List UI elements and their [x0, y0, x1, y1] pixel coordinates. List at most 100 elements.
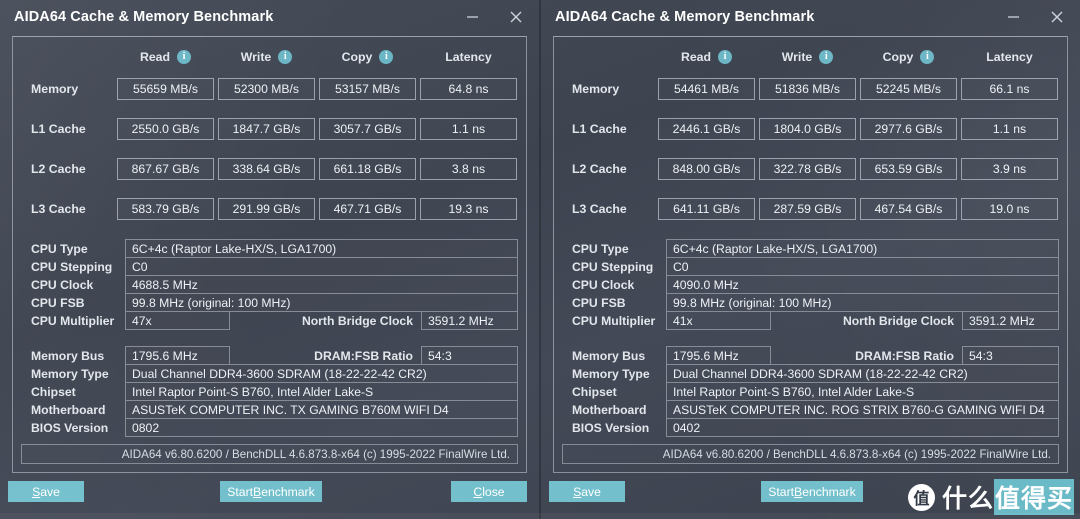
close-label-rest: lose — [482, 485, 504, 499]
save-label-rest: ave — [40, 485, 60, 499]
info-icon-read[interactable]: i — [718, 50, 732, 64]
close-icon[interactable] — [1042, 5, 1072, 29]
table-row: L1 Cache 2446.1 GB/s 1804.0 GB/s 2977.6 … — [562, 109, 1059, 149]
column-header-read: Read i — [115, 50, 216, 64]
close-icon[interactable] — [501, 5, 531, 29]
minimize-icon[interactable] — [998, 5, 1028, 29]
cell-write: 291.99 GB/s — [218, 198, 315, 220]
memory-type-row: Memory Type Dual Channel DDR4-3600 SDRAM… — [21, 364, 518, 383]
cell-write: 52300 MB/s — [218, 78, 315, 100]
cpu-clock-row: CPU Clock 4090.0 MHz — [562, 275, 1059, 294]
cpu-stepping-label: CPU Stepping — [21, 257, 125, 276]
cpu-type-row: CPU Type 6C+4c (Raptor Lake-HX/S, LGA170… — [21, 239, 518, 258]
save-label-rest: ave — [581, 485, 601, 499]
benchmark-results: Memory 55659 MB/s 52300 MB/s 53157 MB/s … — [13, 69, 526, 229]
cpu-clock-label: CPU Clock — [21, 275, 125, 294]
save-button[interactable]: Save — [549, 481, 625, 502]
memory-type-value: Dual Channel DDR4-3600 SDRAM (18-22-22-4… — [666, 364, 1059, 383]
start-benchmark-button[interactable]: Start Benchmark — [220, 481, 322, 502]
cell-read: 55659 MB/s — [117, 78, 214, 100]
title-bar: AIDA64 Cache & Memory Benchmark — [541, 0, 1080, 33]
cpu-fsb-value: 99.8 MHz (original: 100 MHz) — [125, 293, 518, 312]
benchmark-panel: Read i Write i Copy i Latency Memory — [553, 36, 1068, 473]
info-icon-read[interactable]: i — [177, 50, 191, 64]
cpu-stepping-row: CPU Stepping C0 — [562, 257, 1059, 276]
memory-type-label: Memory Type — [21, 364, 125, 383]
window-title: AIDA64 Cache & Memory Benchmark — [14, 9, 273, 25]
window-title: AIDA64 Cache & Memory Benchmark — [555, 9, 814, 25]
column-headers: Read i Write i Copy i Latency — [13, 37, 526, 64]
cell-latency: 3.8 ns — [420, 158, 517, 180]
minimize-icon[interactable] — [457, 5, 487, 29]
bios-version-label: BIOS Version — [562, 418, 666, 437]
cell-write: 51836 MB/s — [759, 78, 856, 100]
cell-copy: 53157 MB/s — [319, 78, 416, 100]
column-header-read-label: Read — [681, 50, 711, 64]
cpu-fsb-label: CPU FSB — [21, 293, 125, 312]
chipset-value: Intel Raptor Point-S B760, Intel Alder L… — [666, 382, 1059, 401]
info-icon-copy[interactable]: i — [379, 50, 393, 64]
cell-latency: 1.1 ns — [961, 118, 1058, 140]
table-row: L3 Cache 641.11 GB/s 287.59 GB/s 467.54 … — [562, 189, 1059, 229]
motherboard-row: Motherboard ASUSTeK COMPUTER INC. TX GAM… — [21, 400, 518, 419]
row-label: L1 Cache — [21, 122, 115, 136]
column-header-read: Read i — [656, 50, 757, 64]
button-bar: Save Start Benchmark — [541, 477, 1080, 517]
memory-type-label: Memory Type — [562, 364, 666, 383]
cell-write: 322.78 GB/s — [759, 158, 856, 180]
cpu-stepping-label: CPU Stepping — [562, 257, 666, 276]
cpu-clock-value: 4090.0 MHz — [666, 275, 1059, 294]
cell-latency: 64.8 ns — [420, 78, 517, 100]
column-header-write-label: Write — [782, 50, 813, 64]
chipset-value: Intel Raptor Point-S B760, Intel Alder L… — [125, 382, 518, 401]
motherboard-value: ASUSTeK COMPUTER INC. ROG STRIX B760-G G… — [666, 400, 1059, 419]
memory-bus-row: Memory Bus 1795.6 MHz DRAM:FSB Ratio 54:… — [562, 346, 1059, 365]
version-info: AIDA64 v6.80.6200 / BenchDLL 4.6.873.8-x… — [562, 444, 1059, 464]
table-row: L3 Cache 583.79 GB/s 291.99 GB/s 467.71 … — [21, 189, 518, 229]
cpu-multiplier-label: CPU Multiplier — [21, 311, 125, 330]
cpu-type-row: CPU Type 6C+4c (Raptor Lake-HX/S, LGA170… — [562, 239, 1059, 258]
column-header-copy: Copy i — [317, 50, 418, 64]
memory-type-row: Memory Type Dual Channel DDR4-3600 SDRAM… — [562, 364, 1059, 383]
save-accel: S — [573, 485, 581, 499]
save-button[interactable]: Save — [8, 481, 84, 502]
cpu-stepping-value: C0 — [666, 257, 1059, 276]
version-info: AIDA64 v6.80.6200 / BenchDLL 4.6.873.8-x… — [21, 444, 518, 464]
motherboard-value: ASUSTeK COMPUTER INC. TX GAMING B760M WI… — [125, 400, 518, 419]
cpu-fsb-row: CPU FSB 99.8 MHz (original: 100 MHz) — [562, 293, 1059, 312]
memory-bus-label: Memory Bus — [562, 346, 666, 365]
info-icon-write[interactable]: i — [278, 50, 292, 64]
header-spacer — [21, 50, 115, 64]
bios-version-value: 0402 — [666, 418, 1059, 437]
cell-read: 2550.0 GB/s — [117, 118, 214, 140]
column-header-write-label: Write — [241, 50, 272, 64]
cpu-fsb-row: CPU FSB 99.8 MHz (original: 100 MHz) — [21, 293, 518, 312]
north-bridge-clock-value: 3591.2 MHz — [962, 311, 1059, 330]
benchmark-results: Memory 54461 MB/s 51836 MB/s 52245 MB/s … — [554, 69, 1067, 229]
info-icon-write[interactable]: i — [819, 50, 833, 64]
cell-copy: 661.18 GB/s — [319, 158, 416, 180]
row-label: L2 Cache — [562, 162, 656, 176]
cpu-type-label: CPU Type — [21, 239, 125, 258]
start-benchmark-button[interactable]: Start Benchmark — [761, 481, 863, 502]
cell-copy: 467.54 GB/s — [860, 198, 957, 220]
close-button[interactable]: Close — [451, 481, 527, 502]
row-label: L3 Cache — [562, 202, 656, 216]
start-label-pre: Start — [768, 485, 794, 499]
bios-version-row: BIOS Version 0402 — [562, 418, 1059, 437]
bios-version-value: 0802 — [125, 418, 518, 437]
north-bridge-clock-label: North Bridge Clock — [771, 311, 962, 330]
north-bridge-clock-label: North Bridge Clock — [230, 311, 421, 330]
window-controls — [457, 0, 531, 33]
bios-version-row: BIOS Version 0802 — [21, 418, 518, 437]
table-row: L1 Cache 2550.0 GB/s 1847.7 GB/s 3057.7 … — [21, 109, 518, 149]
info-icon-copy[interactable]: i — [920, 50, 934, 64]
column-headers: Read i Write i Copy i Latency — [554, 37, 1067, 64]
memory-bus-value: 1795.6 MHz — [666, 346, 771, 365]
start-accel: B — [794, 485, 802, 499]
cpu-multiplier-label: CPU Multiplier — [562, 311, 666, 330]
cpu-clock-value: 4688.5 MHz — [125, 275, 518, 294]
cell-read: 54461 MB/s — [658, 78, 755, 100]
dram-fsb-ratio-value: 54:3 — [421, 346, 518, 365]
table-row: Memory 55659 MB/s 52300 MB/s 53157 MB/s … — [21, 69, 518, 109]
